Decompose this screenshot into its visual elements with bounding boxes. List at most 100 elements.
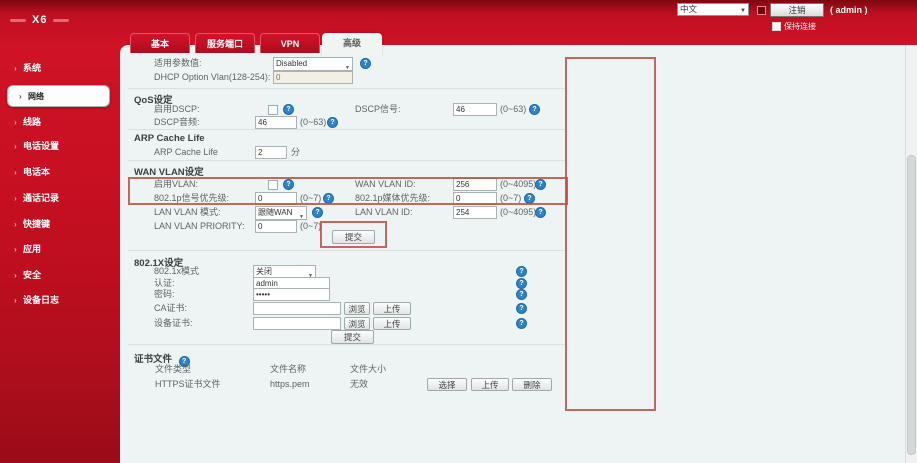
enable-dscp-label: 启用DSCP: — [154, 104, 200, 114]
wan-vlan-id-input[interactable] — [453, 178, 497, 191]
tab-basic[interactable]: 基本 — [130, 33, 190, 53]
scrollbar[interactable] — [905, 45, 917, 463]
logo-text: X6 — [32, 14, 48, 26]
media-priority-label: 802.1p媒体优先级: — [355, 193, 431, 203]
ca-cert-label: CA证书: — [154, 303, 188, 313]
dhcp-option-input[interactable] — [273, 71, 353, 84]
dscp-audio-range: (0~63) — [300, 117, 327, 127]
sidebar-item-security[interactable]: › 安全 — [0, 269, 110, 282]
tab-service-port[interactable]: 服务端口 — [195, 33, 255, 53]
caret-icon: › — [14, 296, 17, 305]
wan-vlan-id-label: WAN VLAN ID: — [355, 179, 416, 189]
help-icon[interactable]: ? — [327, 117, 338, 128]
caret-icon: › — [14, 168, 17, 177]
keep-alive-label: 保持连接 — [784, 22, 816, 31]
media-priority-input[interactable] — [453, 192, 497, 205]
caret-icon: › — [14, 245, 17, 254]
divider — [128, 88, 565, 89]
device-upload-button[interactable]: 上传 — [373, 317, 411, 330]
help-icon[interactable]: ? — [516, 303, 527, 314]
lan-vlan-mode-label: LAN VLAN 模式: — [154, 207, 221, 217]
sidebar-item-device-log[interactable]: › 设备日志 — [0, 294, 110, 307]
cert-select-button[interactable]: 选择 — [427, 378, 467, 391]
help-icon[interactable]: ? — [535, 179, 546, 190]
wan-vlan-section-title: WAN VLAN设定 — [134, 167, 204, 178]
qos-row-1: 启用DSCP: ? DSCP信号: (0~63) ? — [120, 103, 680, 117]
enable-dscp-checkbox[interactable] — [268, 105, 278, 115]
qos-row-2: DSCP音频: (0~63) ? — [120, 116, 680, 130]
cell-file-type: HTTPS证书文件 — [155, 379, 221, 389]
lan-vlan-id-input[interactable] — [453, 206, 497, 219]
tab-advanced[interactable]: 高级 — [322, 33, 382, 57]
help-icon[interactable]: ? — [360, 58, 371, 69]
sidebar-item-line[interactable]: › 线路 — [0, 116, 110, 129]
caret-icon: › — [14, 220, 17, 229]
sidebar-item-network[interactable]: › 网络 — [7, 85, 110, 107]
device-cert-input[interactable] — [253, 317, 341, 330]
ca-cert-row: CA证书: 浏览 上传 ? — [120, 302, 680, 316]
caret-icon: › — [14, 194, 17, 203]
sidebar: › 系统 › 网络 › 线路 › 电话设置 › 电话本 › 通话记录 › 快捷键 › 应用 › 安… — [0, 45, 110, 463]
wan-vlan-id-range: (0~4095) — [500, 179, 537, 189]
sidebar-item-application[interactable]: › 应用 — [0, 243, 110, 256]
device-cert-label: 设备证书: — [154, 318, 193, 328]
divider — [128, 344, 565, 345]
enable-vlan-checkbox[interactable] — [268, 180, 278, 190]
lan-vlan-priority-input[interactable] — [255, 220, 297, 233]
sig-priority-input[interactable] — [255, 192, 297, 205]
logout-button[interactable]: 注销 — [770, 3, 824, 17]
sig-priority-range: (0~7) — [300, 193, 322, 203]
sidebar-item-phonebook[interactable]: › 电话本 — [0, 166, 110, 179]
col-file-type: 文件类型 — [155, 364, 192, 374]
arp-row: ARP Cache Life 分 — [120, 146, 680, 160]
dscp-audio-input[interactable] — [255, 116, 297, 129]
password-input[interactable] — [253, 288, 330, 301]
dot1x-submit-button[interactable]: 提交 — [331, 330, 374, 344]
arp-input[interactable] — [255, 146, 287, 159]
help-icon[interactable]: ? — [283, 179, 294, 190]
caret-icon: › — [14, 118, 17, 127]
lan-vlan-id-range: (0~4095) — [500, 207, 537, 217]
sidebar-item-phone-settings[interactable]: › 电话设置 — [0, 140, 110, 153]
language-select[interactable]: 中文 ▼ — [677, 3, 749, 16]
sidebar-item-function-key[interactable]: › 快捷键 — [0, 218, 110, 231]
help-icon[interactable]: ? — [529, 104, 540, 115]
tab-vpn[interactable]: VPN — [260, 33, 320, 53]
dhcp-option-row: DHCP Option Vlan(128-254): — [120, 71, 680, 85]
scrollbar-thumb[interactable] — [907, 155, 916, 455]
logo-dash-left — [10, 18, 26, 22]
help-icon[interactable]: ? — [283, 104, 294, 115]
arp-section-title: ARP Cache Life — [134, 133, 205, 144]
help-icon[interactable]: ? — [312, 207, 323, 218]
content-panel: 适用参数值: Disabled ▼ ? DHCP Option Vlan(128-… — [120, 45, 905, 463]
help-icon[interactable]: ? — [524, 193, 535, 204]
ca-browse-button[interactable]: 浏览 — [344, 302, 370, 315]
wan-vlan-row-1: 启用VLAN: ? WAN VLAN ID: (0~4095) ? — [120, 178, 680, 192]
help-icon[interactable]: ? — [516, 266, 527, 277]
keep-alive-row: 保持连接 — [772, 21, 816, 32]
cert-upload-button[interactable]: 上传 — [471, 378, 509, 391]
keep-alive-checkbox[interactable] — [772, 22, 781, 31]
certs-header-row: 文件类型 文件名称 文件大小 — [120, 363, 680, 377]
sidebar-item-call-log[interactable]: › 通话记录 — [0, 192, 110, 205]
dscp-signal-input[interactable] — [453, 103, 497, 116]
lan-vlan-mode-select[interactable]: 跟随WAN ▼ — [255, 206, 307, 220]
device-browse-button[interactable]: 浏览 — [344, 317, 370, 330]
col-file-size: 文件大小 — [350, 364, 387, 374]
apply-param-select[interactable]: Disabled ▼ — [273, 57, 353, 71]
sidebar-item-system[interactable]: › 系统 — [0, 62, 110, 75]
caret-icon: › — [14, 142, 17, 151]
ca-cert-input[interactable] — [253, 302, 341, 315]
help-icon[interactable]: ? — [535, 207, 546, 218]
dscp-signal-range: (0~63) — [500, 104, 527, 114]
dscp-signal-label: DSCP信号: — [355, 104, 401, 114]
help-icon[interactable]: ? — [516, 289, 527, 300]
divider — [128, 129, 565, 130]
wan-vlan-submit-button[interactable]: 提交 — [332, 230, 375, 244]
help-icon[interactable]: ? — [323, 193, 334, 204]
ca-upload-button[interactable]: 上传 — [373, 302, 411, 315]
language-value: 中文 — [680, 4, 698, 14]
help-icon[interactable]: ? — [516, 318, 527, 329]
caret-icon: › — [14, 64, 17, 73]
cert-delete-button[interactable]: 删除 — [512, 378, 552, 391]
